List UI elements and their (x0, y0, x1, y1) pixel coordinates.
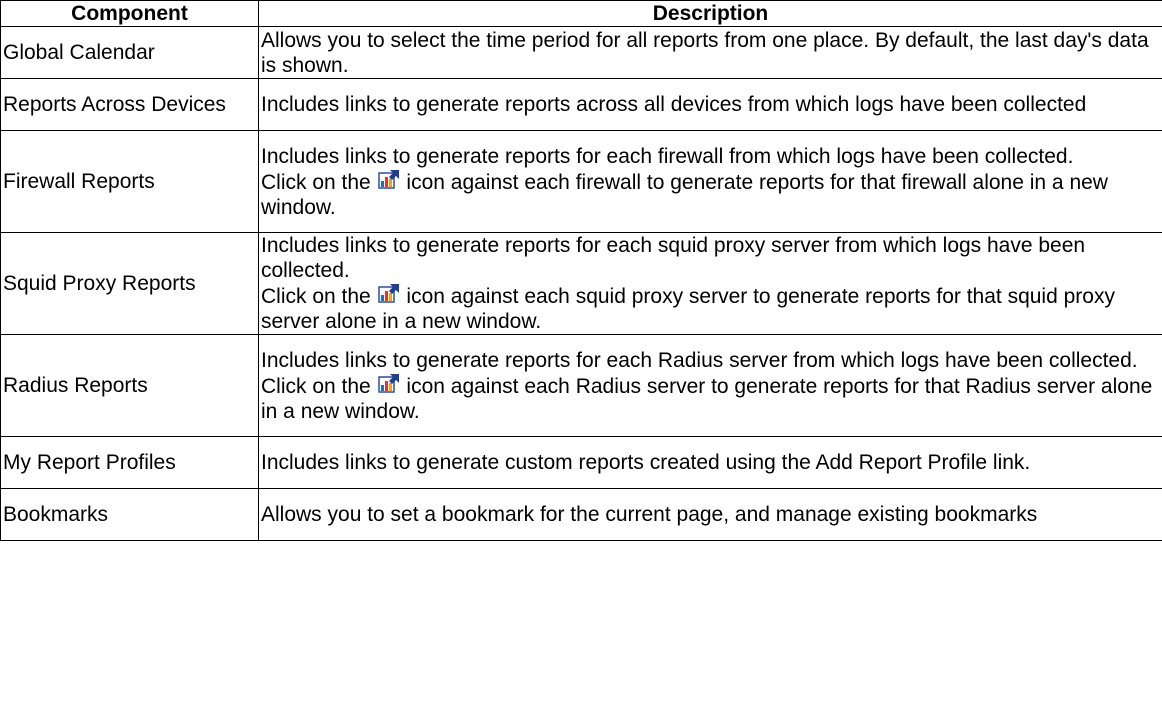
description-text: Includes links to generate custom report… (261, 451, 1031, 474)
table-row: Radius Reports Includes links to generat… (0, 334, 1162, 437)
component-cell: Bookmarks (0, 488, 259, 541)
component-cell: Firewall Reports (0, 130, 259, 233)
click-prefix: Click on the (261, 170, 371, 194)
table-row: Global Calendar Allows you to select the… (0, 26, 1162, 79)
header-row: Component Description (0, 0, 1162, 27)
table-row: Reports Across Devices Includes links to… (0, 78, 1162, 131)
description-text: Allows you to select the time period for… (261, 28, 1149, 77)
description-text: Includes links to generate reports for e… (261, 234, 1086, 282)
description-text: Includes links to generate reports for e… (261, 348, 1138, 372)
description-cell: Includes links to generate reports for e… (258, 334, 1162, 437)
click-prefix: Click on the (261, 374, 371, 398)
header-component: Component (0, 0, 259, 27)
click-instruction: Click on the icon against each firewall … (261, 169, 1160, 220)
description-text: Includes links to generate reports acros… (261, 93, 1087, 116)
component-cell: Reports Across Devices (0, 78, 259, 131)
description-cell: Allows you to set a bookmark for the cur… (258, 488, 1162, 541)
component-cell: Squid Proxy Reports (0, 232, 259, 335)
click-instruction: Click on the icon against each squid pro… (261, 283, 1160, 334)
click-prefix: Click on the (261, 285, 371, 308)
report-popout-icon (377, 284, 399, 303)
component-cell: Global Calendar (0, 26, 259, 79)
description-cell: Includes links to generate custom report… (258, 436, 1162, 489)
description-cell: Includes links to generate reports acros… (258, 78, 1162, 131)
table-row: Firewall Reports Includes links to gener… (0, 130, 1162, 233)
click-instruction: Click on the icon against each Radius se… (261, 373, 1160, 424)
report-popout-icon (377, 373, 399, 393)
table-row: Bookmarks Allows you to set a bookmark f… (0, 488, 1162, 541)
table-row: Squid Proxy Reports Includes links to ge… (0, 232, 1162, 335)
description-cell: Includes links to generate reports for e… (258, 232, 1162, 335)
table-row: My Report Profiles Includes links to gen… (0, 436, 1162, 489)
header-description: Description (258, 0, 1162, 27)
description-cell: Includes links to generate reports for e… (258, 130, 1162, 233)
component-cell: My Report Profiles (0, 436, 259, 489)
description-text: Includes links to generate reports for e… (261, 144, 1074, 168)
component-cell: Radius Reports (0, 334, 259, 437)
description-cell: Allows you to select the time period for… (258, 26, 1162, 79)
description-text: Allows you to set a bookmark for the cur… (261, 503, 1038, 526)
components-table: Component Description Global Calendar Al… (0, 0, 1162, 541)
report-popout-icon (377, 169, 399, 189)
